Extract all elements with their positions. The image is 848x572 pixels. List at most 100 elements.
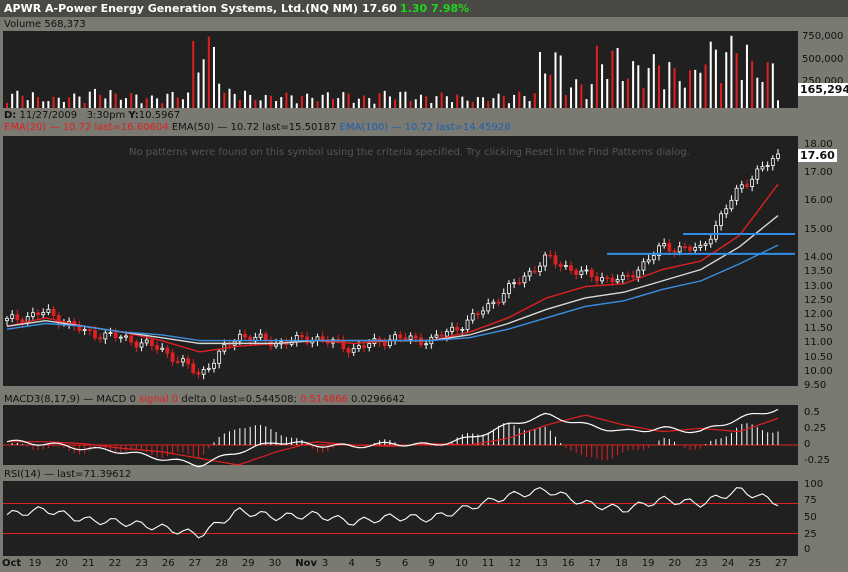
volume-bar: [104, 98, 107, 108]
price-tick: 11.50: [804, 323, 833, 335]
volume-bar: [621, 81, 624, 108]
rsi-panel: [3, 481, 798, 556]
candle-body: [631, 275, 636, 278]
macd-signal: signal 0: [139, 394, 179, 405]
candle-body: [408, 335, 413, 340]
volume-bar: [68, 97, 71, 108]
x-tick-label: 20: [668, 558, 682, 569]
x-tick-label: 10: [455, 558, 468, 569]
cursor-info: D: 11/27/2009 3:30pm Y:10.5967: [4, 110, 180, 121]
macd-signal-line: [7, 414, 779, 466]
candle-body: [206, 367, 211, 370]
volume-bar: [461, 96, 464, 108]
price-tick: 9.50: [804, 380, 827, 391]
volume-bar: [523, 96, 526, 108]
volume-label: Volume 568,373: [4, 19, 86, 30]
candle-body: [543, 254, 548, 267]
x-tick-label: 13: [535, 558, 548, 569]
volume-bar: [616, 48, 619, 108]
volume-bar: [626, 78, 629, 108]
volume-bar: [99, 95, 102, 108]
volume-bar: [62, 101, 65, 108]
candle-body: [434, 334, 439, 338]
x-tick-label: 21: [81, 558, 95, 569]
x-tick-label: 19: [28, 558, 42, 569]
price-tick: 18.00: [804, 138, 833, 150]
price-tick: 17.00: [804, 166, 833, 178]
rsi-tick: 50: [804, 512, 817, 523]
volume-bar: [187, 92, 190, 108]
volume-bar: [538, 51, 541, 108]
candle-body: [165, 347, 170, 354]
macd-axis: 0.5 0.25 0 -0.25: [798, 405, 848, 466]
volume-bar: [383, 90, 386, 108]
price-tick: 16.00: [804, 195, 833, 207]
candle-body: [5, 317, 9, 322]
candle-body: [87, 329, 92, 331]
macd-tick: 0.5: [804, 407, 820, 418]
volume-bar: [668, 62, 671, 108]
macd-signal-last: 0.514866: [300, 394, 348, 405]
candle-body: [460, 328, 465, 331]
volume-bar: [181, 99, 184, 108]
volume-bar: [212, 46, 215, 108]
candle-body: [672, 250, 677, 253]
x-tick-label: 5: [375, 558, 382, 569]
candle-body: [144, 339, 149, 344]
candle-body: [532, 270, 537, 273]
candle-body: [745, 184, 749, 187]
x-tick-label: 18: [615, 558, 628, 569]
volume-bar: [595, 45, 598, 108]
volume-bar: [73, 93, 76, 108]
volume-bar: [502, 95, 505, 108]
volume-bar: [171, 91, 174, 108]
price-tick: 10.50: [804, 351, 833, 363]
volume-bar: [394, 99, 397, 108]
rsi-tick: 75: [804, 495, 817, 506]
x-tick-label: 23: [695, 558, 708, 569]
candle-body: [444, 331, 449, 337]
candle-body: [46, 308, 51, 313]
volume-bar: [207, 36, 210, 108]
volume-bar: [347, 93, 350, 108]
volume-bar: [300, 96, 303, 108]
volume-bar: [694, 69, 697, 108]
volume-bar: [549, 74, 552, 108]
volume-bar: [637, 65, 640, 108]
candle-body: [217, 350, 222, 364]
candle-body: [300, 335, 304, 338]
x-tick-label: Nov: [295, 558, 317, 569]
volume-bar: [223, 92, 226, 108]
candle-body: [175, 361, 180, 363]
price-tick: 10.00: [804, 365, 833, 377]
volume-bar: [730, 35, 733, 108]
candle-body: [367, 343, 372, 348]
price-chart: [5, 148, 795, 380]
volume-bar: [6, 102, 8, 108]
candle-body: [227, 344, 232, 346]
macd-tick: 0: [804, 439, 811, 450]
volume-bar: [233, 93, 236, 108]
volume-bar: [456, 94, 459, 108]
volume-bar: [192, 40, 195, 108]
candle-body: [346, 348, 351, 353]
candle-body: [708, 238, 713, 245]
rsi-axis: 100 75 50 25 0: [798, 479, 848, 556]
candle-body: [160, 347, 165, 350]
volume-bar: [756, 77, 759, 108]
volume-bar: [419, 94, 422, 108]
price-last-tag: 17.60: [798, 148, 837, 162]
volume-bar: [709, 41, 712, 108]
volume-bar: [751, 60, 754, 108]
macd-label: MACD3(8,17,9): [4, 394, 80, 405]
volume-bar: [37, 96, 40, 108]
x-tick-label: 25: [748, 558, 762, 569]
candle-body: [486, 303, 491, 312]
candle-body: [594, 276, 599, 282]
candle-body: [341, 339, 346, 349]
volume-tick: 750,000: [802, 31, 844, 42]
volume-bar: [275, 101, 278, 108]
candle-body: [455, 326, 460, 331]
volume-bar: [507, 103, 510, 108]
volume-bar: [678, 81, 681, 108]
